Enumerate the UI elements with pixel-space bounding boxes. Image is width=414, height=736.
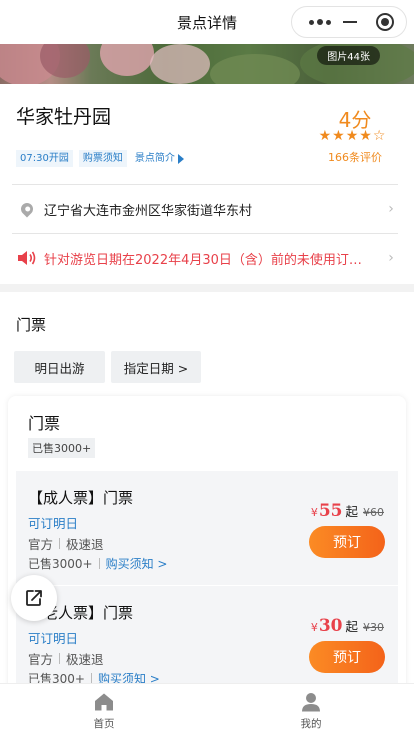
price-suffix: 起 [345, 619, 358, 634]
home-icon [95, 693, 113, 711]
photo-banner[interactable]: 图片44张 [0, 44, 414, 84]
star-filled-icon: ★ [332, 128, 345, 144]
user-icon [302, 693, 320, 712]
ticket-item[interactable]: 【成人票】门票 可订明日 官方 极速退 已售3000+ 购买须知 > ¥ 55 … [16, 471, 398, 585]
choose-date-button[interactable]: 指定日期 > [111, 351, 201, 383]
original-price: ¥30 [363, 621, 384, 634]
purchase-notice-tag[interactable]: 购票须知 [78, 150, 127, 167]
play-triangle-icon [177, 153, 184, 164]
price: ¥ 55 起 ¥60 [311, 501, 384, 521]
ticket-meta: 官方 极速退 [28, 534, 104, 553]
separator [98, 558, 100, 569]
original-price: ¥60 [363, 506, 384, 519]
photo-count-badge[interactable]: 图片44张 [317, 46, 380, 65]
book-button[interactable]: 预订 [309, 526, 385, 558]
spot-tags: 07:30开园 购票须知 景点简介 [16, 150, 186, 167]
price-value: 55 [318, 501, 343, 521]
tickets-section: 门票 明日出游 指定日期 > 门票 已售3000+ 【成人票】门票 可订明日 官… [0, 292, 414, 692]
address-row[interactable]: 辽宁省大连市金州区华家街道华东村 › [12, 185, 398, 233]
book-button[interactable]: 预订 [309, 641, 385, 673]
location-pin-icon [18, 200, 36, 218]
share-icon [26, 590, 42, 606]
nav-bar: 景点详情 [0, 0, 414, 44]
spot-info-card: 华家牡丹园 4分 ★ ★ ★ ★ ☆ 166条评价 07:30开园 购票须知 景… [0, 84, 414, 284]
rating-stars: ★ ★ ★ ★ ☆ [312, 128, 392, 144]
chevron-right-icon: › [388, 250, 394, 266]
more-icon[interactable] [302, 7, 338, 37]
tomorrow-button[interactable]: 明日出游 [14, 351, 105, 383]
notice-row[interactable]: 针对游览日期在2022年4月30日（含）前的未使用订… › [12, 234, 398, 282]
notice-text: 针对游览日期在2022年4月30日（含）前的未使用订… [44, 252, 362, 268]
tab-mine-label: 我的 [300, 718, 322, 730]
star-filled-icon: ★ [318, 128, 332, 144]
tickets-section-title: 门票 [16, 316, 47, 334]
separator [59, 653, 61, 664]
sold-count-badge: 已售3000+ [28, 438, 96, 458]
price: ¥ 30 起 ¥30 [311, 616, 384, 636]
source-label: 官方 [28, 652, 54, 667]
refund-label: 极速退 [66, 652, 104, 667]
opening-time-tag: 07:30开园 [16, 150, 73, 167]
speaker-icon [18, 251, 36, 265]
spot-intro-label: 景点简介 [134, 153, 175, 164]
ticket-meta-2: 已售3000+ 购买须知 > [28, 555, 167, 572]
sold-label: 已售3000+ [28, 557, 93, 571]
ticket-card: 门票 已售3000+ 【成人票】门票 可订明日 官方 极速退 已售3000+ 购… [8, 396, 406, 692]
address-text: 辽宁省大连市金州区华家街道华东村 [44, 203, 253, 219]
mini-program-capsule [291, 6, 407, 38]
review-count[interactable]: 166条评价 [318, 149, 392, 165]
ticket-meta: 官方 极速退 [28, 649, 104, 668]
spot-intro-link[interactable]: 景点简介 [133, 150, 186, 167]
ticket-item[interactable]: 【老人票】门票 可订明日 官方 极速退 已售300+ 购买须知 > ¥ 30 起… [16, 586, 398, 692]
star-filled-icon: ★ [345, 128, 359, 144]
ticket-card-title: 门票 [28, 414, 61, 433]
price-suffix: 起 [345, 504, 358, 519]
source-label: 官方 [28, 537, 54, 552]
ticket-name: 【成人票】门票 [28, 489, 134, 507]
spot-name: 华家牡丹园 [16, 106, 112, 128]
purchase-notice-link[interactable]: 购买须知 > [106, 555, 168, 572]
availability-text: 可订明日 [28, 516, 79, 531]
tab-home[interactable]: 首页 [74, 692, 134, 731]
tab-home-label: 首页 [93, 718, 115, 730]
share-button[interactable] [11, 575, 57, 621]
price-value: 30 [318, 616, 343, 636]
minimize-icon[interactable] [343, 21, 357, 23]
close-icon[interactable] [376, 13, 394, 31]
star-filled-icon: ★ [359, 128, 372, 144]
availability-text: 可订明日 [28, 631, 79, 646]
chevron-right-icon: › [388, 201, 394, 217]
refund-label: 极速退 [66, 537, 104, 552]
currency-symbol: ¥ [310, 621, 318, 634]
currency-symbol: ¥ [310, 506, 318, 519]
tab-bar: 首页 我的 [0, 683, 414, 736]
star-empty-icon: ☆ [372, 128, 386, 144]
separator [59, 538, 61, 549]
tab-mine[interactable]: 我的 [281, 692, 341, 731]
